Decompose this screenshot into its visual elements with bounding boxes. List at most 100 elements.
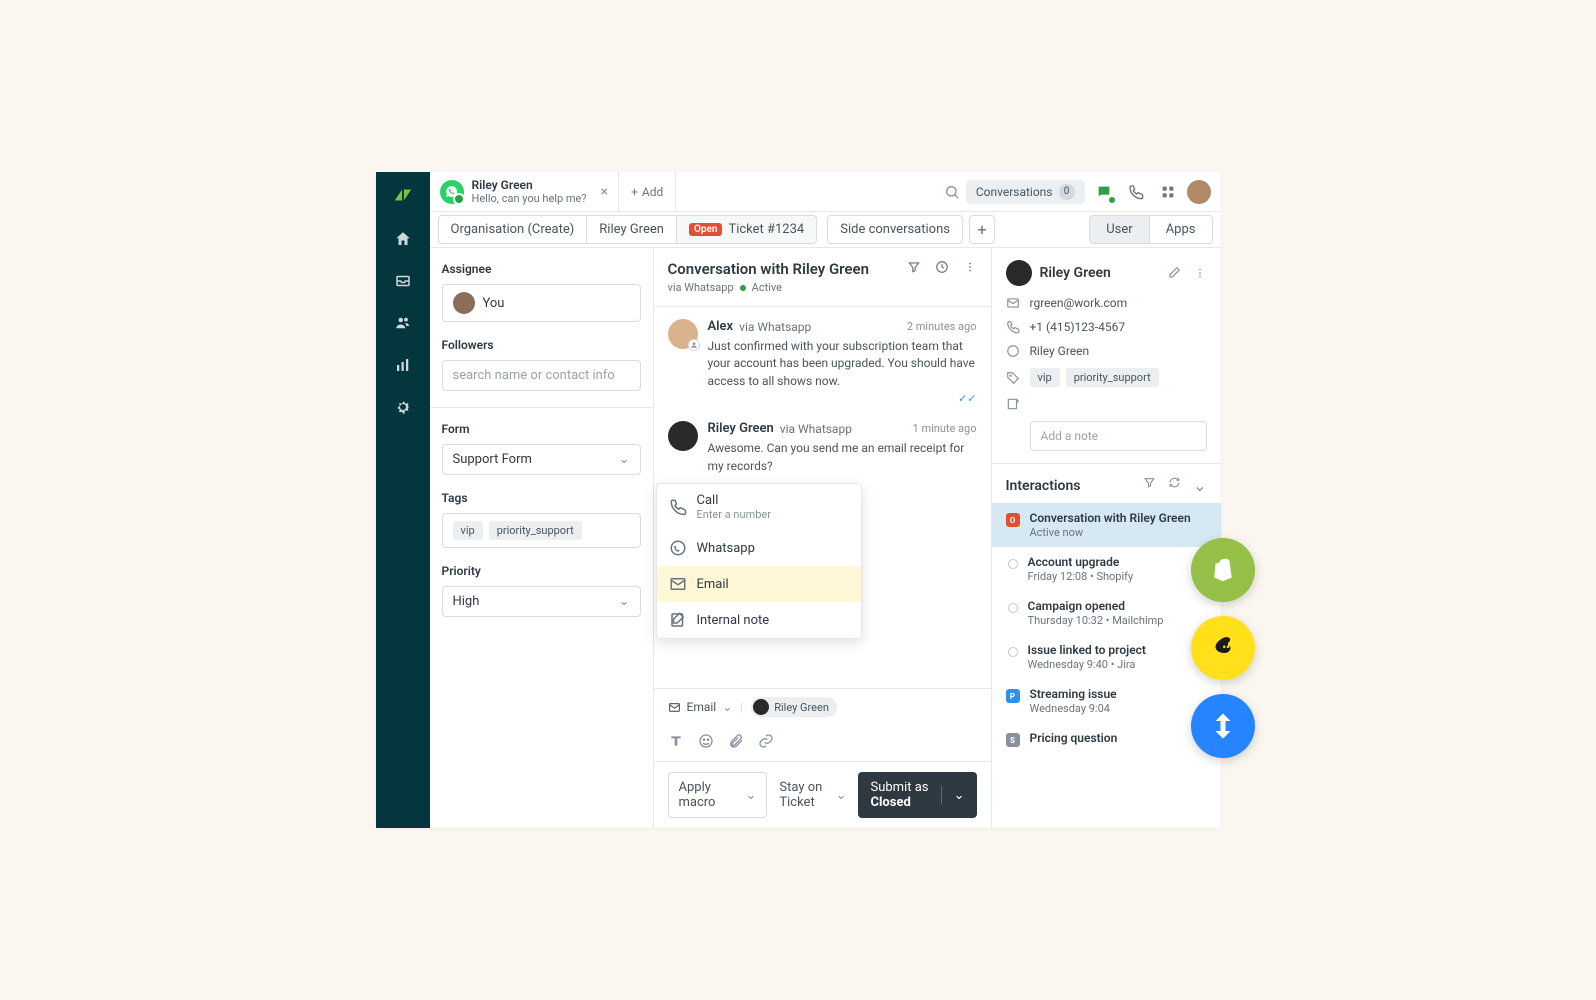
segment-apps[interactable]: Apps <box>1149 216 1212 243</box>
tag: priority_support <box>489 521 582 540</box>
user-whatsapp: Riley Green <box>1030 344 1090 358</box>
status-badge: O <box>1006 513 1020 527</box>
conversation-via: via Whatsapp <box>668 281 734 294</box>
apply-macro-button[interactable]: Apply macro ⌄ <box>668 772 768 818</box>
apps-grid-icon[interactable] <box>1155 179 1181 205</box>
message-author: Riley Green <box>708 421 774 436</box>
tag-icon <box>1006 371 1020 385</box>
ticket-fields-panel: Assignee You Followers Form Support Form… <box>430 248 654 828</box>
ticket-tab[interactable]: Riley Green Hello, can you help me? × <box>430 172 620 211</box>
segment-user[interactable]: User <box>1090 216 1148 243</box>
search-icon[interactable] <box>944 184 960 200</box>
tag: vip <box>1030 368 1060 387</box>
brand-logo <box>392 184 414 206</box>
phone-icon[interactable] <box>1123 179 1149 205</box>
chevron-down-icon: ⌄ <box>619 452 630 467</box>
message-time: 1 minute ago <box>913 422 977 435</box>
chat-presence-icon[interactable] <box>1091 179 1117 205</box>
conversation-status: Active <box>752 281 782 294</box>
mailchimp-bubble[interactable] <box>1191 616 1255 680</box>
composer-to-chip[interactable]: Riley Green <box>751 697 837 717</box>
delivery-checks-icon: ✓✓ <box>708 392 977 405</box>
link-icon[interactable] <box>758 733 774 749</box>
chevron-down-icon: ⌄ <box>745 788 756 803</box>
add-tab-button[interactable]: + Add <box>619 172 676 211</box>
close-tab-icon[interactable]: × <box>601 184 608 200</box>
user-avatar[interactable] <box>1187 180 1211 204</box>
followers-search[interactable] <box>442 360 641 391</box>
refresh-icon[interactable] <box>1168 476 1181 495</box>
history-icon[interactable] <box>935 260 949 274</box>
whatsapp-icon <box>669 539 687 557</box>
emoji-icon[interactable] <box>698 733 714 749</box>
whatsapp-icon <box>440 180 464 204</box>
filter-icon[interactable] <box>1143 476 1156 495</box>
chevron-down-icon[interactable]: ⌄ <box>954 788 965 803</box>
interaction-item[interactable]: Issue linked to projectWednesday 9:40 • … <box>992 635 1221 679</box>
interaction-item[interactable]: Account upgradeFriday 12:08 • Shopify <box>992 547 1221 591</box>
tab-title: Riley Green <box>472 178 587 192</box>
jira-bubble[interactable] <box>1191 694 1255 758</box>
assignee-field[interactable]: You <box>442 284 641 322</box>
tab-subtitle: Hello, can you help me? <box>472 192 587 205</box>
channel-email[interactable]: Email <box>657 566 861 602</box>
more-icon[interactable] <box>1193 266 1207 280</box>
note-icon <box>1006 397 1020 411</box>
assignee-avatar <box>453 292 475 314</box>
phone-icon <box>1006 320 1020 334</box>
more-icon[interactable] <box>963 260 977 274</box>
open-badge: Open <box>689 223 723 236</box>
composer-channel[interactable]: Email ⌄ <box>668 700 733 714</box>
inbox-icon[interactable] <box>394 272 412 290</box>
edit-icon[interactable] <box>1167 266 1181 280</box>
stay-on-ticket-dropdown[interactable]: Stay on Ticket ⌄ <box>779 780 846 810</box>
whatsapp-icon <box>1006 344 1020 358</box>
priority-label: Priority <box>442 564 641 578</box>
status-dot <box>740 285 746 291</box>
channel-call[interactable]: Call Enter a number <box>657 484 861 530</box>
status-badge: S <box>1006 733 1020 747</box>
conversation-panel: Conversation with Riley Green via Whatsa… <box>654 248 991 828</box>
channel-internal-note[interactable]: Internal note <box>657 602 861 638</box>
user-phone: +1 (415)123-4567 <box>1030 320 1126 334</box>
divider <box>430 407 653 408</box>
message-avatar <box>668 421 698 451</box>
breadcrumb-user[interactable]: Riley Green <box>587 215 677 244</box>
form-label: Form <box>442 422 641 436</box>
chevron-down-icon[interactable]: ⌄ <box>1193 476 1206 495</box>
channel-whatsapp[interactable]: Whatsapp <box>657 530 861 566</box>
timeline-dot <box>1008 647 1018 657</box>
user-name: Riley Green <box>1040 265 1111 281</box>
body-panels: Assignee You Followers Form Support Form… <box>430 248 1221 828</box>
timeline-dot <box>1008 603 1018 613</box>
conversations-pill[interactable]: Conversations 0 <box>966 180 1085 204</box>
side-conversations-button[interactable]: Side conversations <box>827 215 963 244</box>
email-icon <box>669 575 687 593</box>
form-select[interactable]: Support Form⌄ <box>442 444 641 475</box>
breadcrumb-ticket[interactable]: Open Ticket #1234 <box>677 215 817 244</box>
interaction-item[interactable]: O Conversation with Riley GreenActive no… <box>992 503 1221 547</box>
tags-field[interactable]: vip priority_support <box>442 513 641 548</box>
conversations-count: 0 <box>1059 184 1075 200</box>
priority-select[interactable]: High⌄ <box>442 586 641 617</box>
timeline-dot <box>1008 559 1018 569</box>
user-panel-header: Riley Green rgreen@work.com +1 (415)123-… <box>992 248 1221 464</box>
shopify-bubble[interactable] <box>1191 538 1255 602</box>
interaction-item[interactable]: S Pricing question <box>992 723 1221 755</box>
interaction-item[interactable]: P Streaming issueWednesday 9:04 <box>992 679 1221 723</box>
filter-icon[interactable] <box>907 260 921 274</box>
message-text: Awesome. Can you send me an email receip… <box>708 440 977 475</box>
users-icon[interactable] <box>394 314 412 332</box>
home-icon[interactable] <box>394 230 412 248</box>
settings-icon[interactable] <box>394 398 412 416</box>
tags-label: Tags <box>442 491 641 505</box>
attachment-icon[interactable] <box>728 733 744 749</box>
text-format-icon[interactable] <box>668 733 684 749</box>
conversation-header: Conversation with Riley Green via Whatsa… <box>654 248 991 307</box>
breadcrumb-org[interactable]: Organisation (Create) <box>438 215 588 244</box>
add-note-field[interactable]: Add a note <box>1030 421 1207 451</box>
submit-button[interactable]: Submit as Closed ⌄ <box>858 772 976 818</box>
add-side-conv-button[interactable]: + <box>969 215 995 244</box>
interaction-item[interactable]: Campaign openedThursday 10:32 • Mailchim… <box>992 591 1221 635</box>
reports-icon[interactable] <box>394 356 412 374</box>
